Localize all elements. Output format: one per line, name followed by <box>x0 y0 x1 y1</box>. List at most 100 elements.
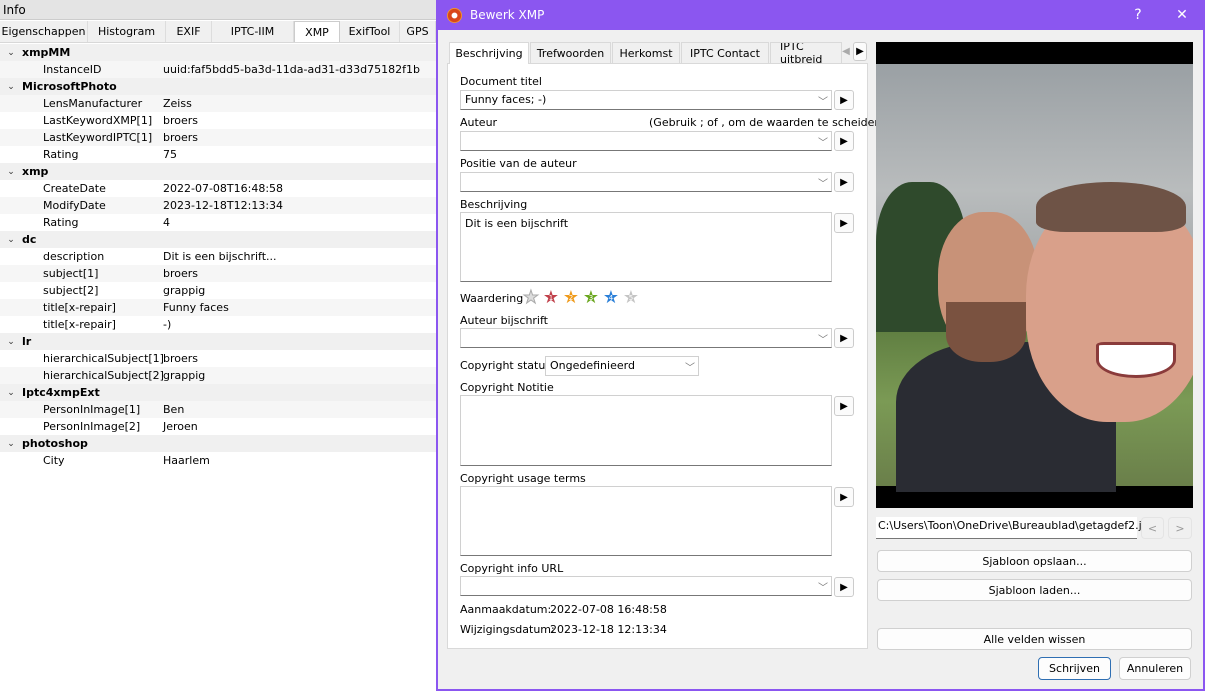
tab-iptc-contact[interactable]: IPTC Contact <box>681 42 769 63</box>
property-value: Funny faces <box>163 301 229 314</box>
description-textarea[interactable]: Dit is een bijschrift <box>460 212 832 282</box>
copyright-status-select[interactable]: Ongedefinieerd ﹀ <box>545 356 699 376</box>
load-template-button[interactable]: Sjabloon laden... <box>877 579 1192 601</box>
tree-row[interactable]: hierarchicalSubject[1] broers <box>0 350 436 367</box>
tree-group[interactable]: ⌄ xmpMM <box>0 44 436 61</box>
next-file-button[interactable]: > <box>1168 517 1192 539</box>
chevron-down-icon[interactable]: ⌄ <box>0 82 22 92</box>
copyright-terms-textarea[interactable] <box>460 486 832 556</box>
tab-scroll-left-icon[interactable]: ◀ <box>840 43 852 60</box>
doc-title-value: Funny faces; -) <box>465 93 547 106</box>
tree-row[interactable]: Rating 4 <box>0 214 436 231</box>
save-template-button[interactable]: Sjabloon opslaan... <box>877 550 1192 572</box>
tree-group[interactable]: ⌄ dc <box>0 231 436 248</box>
doc-title-arrow-button[interactable]: ▶ <box>834 90 854 110</box>
property-value: -) <box>163 318 172 331</box>
doc-title-label: Document titel <box>460 75 542 88</box>
tree-row[interactable]: title[x-repair] Funny faces <box>0 299 436 316</box>
tree-group[interactable]: ⌄ xmp <box>0 163 436 180</box>
copyright-notice-arrow-button[interactable]: ▶ <box>834 396 854 416</box>
previous-file-button[interactable]: < <box>1141 517 1164 539</box>
rating-star-5[interactable]: ★ 5 <box>622 289 640 307</box>
chevron-down-icon: ﹀ <box>685 363 695 374</box>
tree-row[interactable]: PersonInImage[1] Ben <box>0 401 436 418</box>
description-arrow-button[interactable]: ▶ <box>834 213 854 233</box>
copyright-terms-label: Copyright usage terms <box>460 472 586 485</box>
tab-xmp[interactable]: XMP <box>294 21 340 42</box>
tab-histogram[interactable]: Histogram <box>88 21 166 42</box>
caption-author-combo[interactable]: ﹀ <box>460 328 832 348</box>
tree-row[interactable]: hierarchicalSubject[2] grappig <box>0 367 436 384</box>
group-name: MicrosoftPhoto <box>22 80 117 93</box>
chevron-down-icon[interactable]: ⌄ <box>0 337 22 347</box>
tree-row[interactable]: InstanceID uuid:faf5bdd5-ba3d-11da-ad31-d… <box>0 61 436 78</box>
rating-star-3[interactable]: ★ 3 <box>582 289 600 307</box>
xmp-tree: ⌄ xmpMM InstanceID uuid:faf5bdd5-ba3d-11da-… <box>0 44 436 469</box>
chevron-down-icon[interactable]: ⌄ <box>0 439 22 449</box>
group-name: xmp <box>22 165 49 178</box>
write-button[interactable]: Schrijven <box>1038 657 1111 680</box>
help-button[interactable]: ? <box>1118 0 1158 30</box>
tree-row[interactable]: LensManufacturer Zeiss <box>0 95 436 112</box>
rating-star-2[interactable]: ★ 2 <box>562 289 580 307</box>
copyright-notice-textarea[interactable] <box>460 395 832 466</box>
info-panel: Info Eigenschappen Histogram EXIF IPTC-IIM X… <box>0 0 436 691</box>
close-button[interactable]: ✕ <box>1162 0 1202 30</box>
doc-title-combo[interactable]: Funny faces; -) ﹀ <box>460 90 832 110</box>
tree-row[interactable]: Rating 75 <box>0 146 436 163</box>
tab-beschrijving[interactable]: Beschrijving <box>449 42 529 64</box>
author-combo[interactable]: ﹀ <box>460 131 832 151</box>
tree-row[interactable]: title[x-repair] -) <box>0 316 436 333</box>
tree-row[interactable]: LastKeywordIPTC[1] broers <box>0 129 436 146</box>
file-path-field[interactable]: C:\Users\Toon\OneDrive\Bureaublad\getagd… <box>876 517 1156 539</box>
tab-exiftool[interactable]: ExifTool <box>340 21 400 42</box>
tree-row[interactable]: PersonInImage[2] Jeroen <box>0 418 436 435</box>
rating-star-1[interactable]: ★ 1 <box>542 289 560 307</box>
tree-row[interactable]: subject[2] grappig <box>0 282 436 299</box>
tree-row[interactable]: subject[1] broers <box>0 265 436 282</box>
tab-iptc-iim[interactable]: IPTC-IIM <box>212 21 294 42</box>
copyright-terms-arrow-button[interactable]: ▶ <box>834 487 854 507</box>
chevron-down-icon: ﹀ <box>818 335 828 346</box>
clear-all-button[interactable]: Alle velden wissen <box>877 628 1192 650</box>
info-panel-title: Info <box>0 0 436 20</box>
tab-trefwoorden[interactable]: Trefwoorden <box>530 42 611 63</box>
rating-clear-star-icon[interactable]: ★ <box>522 288 540 307</box>
tab-iptc-uitbreid[interactable]: IPTC uitbreid <box>770 42 842 63</box>
modified-label: Wijzigingsdatum: <box>460 623 555 636</box>
tree-row[interactable]: CreateDate 2022-07-08T16:48:58 <box>0 180 436 197</box>
tab-eigenschappen[interactable]: Eigenschappen <box>0 21 88 42</box>
property-key: Rating <box>43 216 79 229</box>
author-position-arrow-button[interactable]: ▶ <box>834 172 854 192</box>
property-value: Dit is een bijschrift... <box>163 250 277 263</box>
copyright-url-combo[interactable]: ﹀ <box>460 576 832 596</box>
property-key: ModifyDate <box>43 199 106 212</box>
chevron-down-icon: ﹀ <box>818 97 828 108</box>
tree-group[interactable]: ⌄ lr <box>0 333 436 350</box>
author-arrow-button[interactable]: ▶ <box>834 131 854 151</box>
tree-group[interactable]: ⌄ Iptc4xmpExt <box>0 384 436 401</box>
caption-author-arrow-button[interactable]: ▶ <box>834 328 854 348</box>
property-key: InstanceID <box>43 63 102 76</box>
cancel-button[interactable]: Annuleren <box>1119 657 1191 680</box>
tree-group[interactable]: ⌄ photoshop <box>0 435 436 452</box>
tree-row[interactable]: description Dit is een bijschrift... <box>0 248 436 265</box>
chevron-down-icon[interactable]: ⌄ <box>0 235 22 245</box>
tree-row[interactable]: ModifyDate 2023-12-18T12:13:34 <box>0 197 436 214</box>
tree-row[interactable]: City Haarlem <box>0 452 436 469</box>
chevron-down-icon[interactable]: ⌄ <box>0 167 22 177</box>
tab-herkomst[interactable]: Herkomst <box>612 42 680 63</box>
copyright-url-arrow-button[interactable]: ▶ <box>834 577 854 597</box>
author-position-combo[interactable]: ﹀ <box>460 172 832 192</box>
chevron-down-icon[interactable]: ⌄ <box>0 388 22 398</box>
chevron-down-icon[interactable]: ⌄ <box>0 48 22 58</box>
tree-group[interactable]: ⌄ MicrosoftPhoto <box>0 78 436 95</box>
property-key: PersonInImage[2] <box>43 420 141 433</box>
tree-row[interactable]: LastKeywordXMP[1] broers <box>0 112 436 129</box>
tab-gps[interactable]: GPS <box>400 21 436 42</box>
rating-star-4[interactable]: ★ 4 <box>602 289 620 307</box>
photo-preview <box>876 42 1193 508</box>
tab-scroll-right-icon[interactable]: ▶ <box>853 42 867 61</box>
property-value: grappig <box>163 369 206 382</box>
tab-exif[interactable]: EXIF <box>166 21 212 42</box>
